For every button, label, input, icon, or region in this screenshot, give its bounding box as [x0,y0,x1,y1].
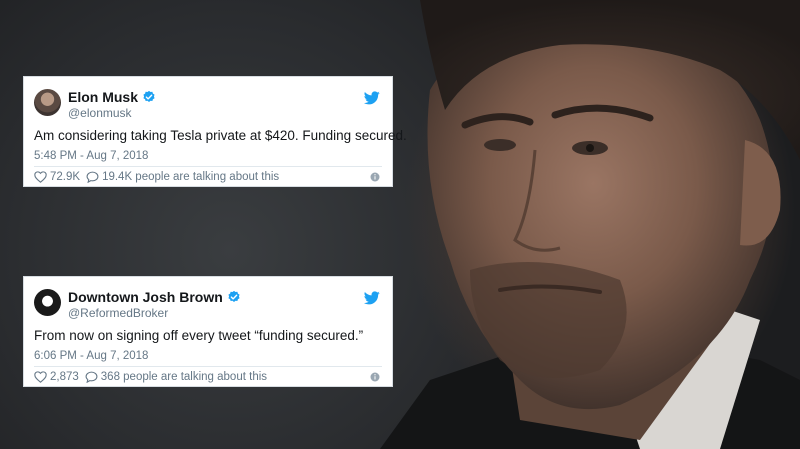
speech-bubble-icon[interactable] [86,171,99,183]
author-row: Elon Musk [68,89,156,105]
author-name[interactable]: Elon Musk [68,89,138,105]
author-row: Downtown Josh Brown [68,289,241,305]
divider [34,166,382,167]
tweet-card-josh-brown[interactable]: Downtown Josh Brown @ReformedBroker From… [23,276,393,387]
tweet-actions: 2,873 368 people are talking about this [34,370,267,384]
tweet-text: From now on signing off every tweet “fun… [34,328,364,343]
twitter-bird-icon[interactable] [364,91,380,105]
info-icon[interactable] [370,372,380,382]
tweet-timestamp[interactable]: 5:48 PM - Aug 7, 2018 [34,149,148,163]
avatar[interactable] [34,89,61,116]
talking-count[interactable]: 368 people are talking about this [101,370,267,384]
verified-badge-icon [228,290,240,302]
tweet-actions: 72.9K 19.4K people are talking about thi… [34,170,279,184]
tweet-card-elon-musk[interactable]: Elon Musk @elonmusk Am considering takin… [23,76,407,187]
talking-count[interactable]: 19.4K people are talking about this [102,170,279,184]
divider [34,366,382,367]
heart-icon[interactable] [34,371,47,383]
like-count: 2,873 [50,371,79,383]
tweet-text: Am considering taking Tesla private at $… [34,128,407,143]
like-count: 72.9K [50,171,81,183]
tweet-timestamp[interactable]: 6:06 PM - Aug 7, 2018 [34,349,148,363]
speech-bubble-icon[interactable] [85,371,98,383]
avatar[interactable] [34,289,61,316]
info-icon[interactable] [370,172,380,182]
twitter-bird-icon[interactable] [364,291,380,305]
author-name[interactable]: Downtown Josh Brown [68,289,223,305]
verified-badge-icon [143,90,155,102]
author-handle[interactable]: @elonmusk [68,106,132,120]
heart-icon[interactable] [34,171,47,183]
author-handle[interactable]: @ReformedBroker [68,306,168,320]
